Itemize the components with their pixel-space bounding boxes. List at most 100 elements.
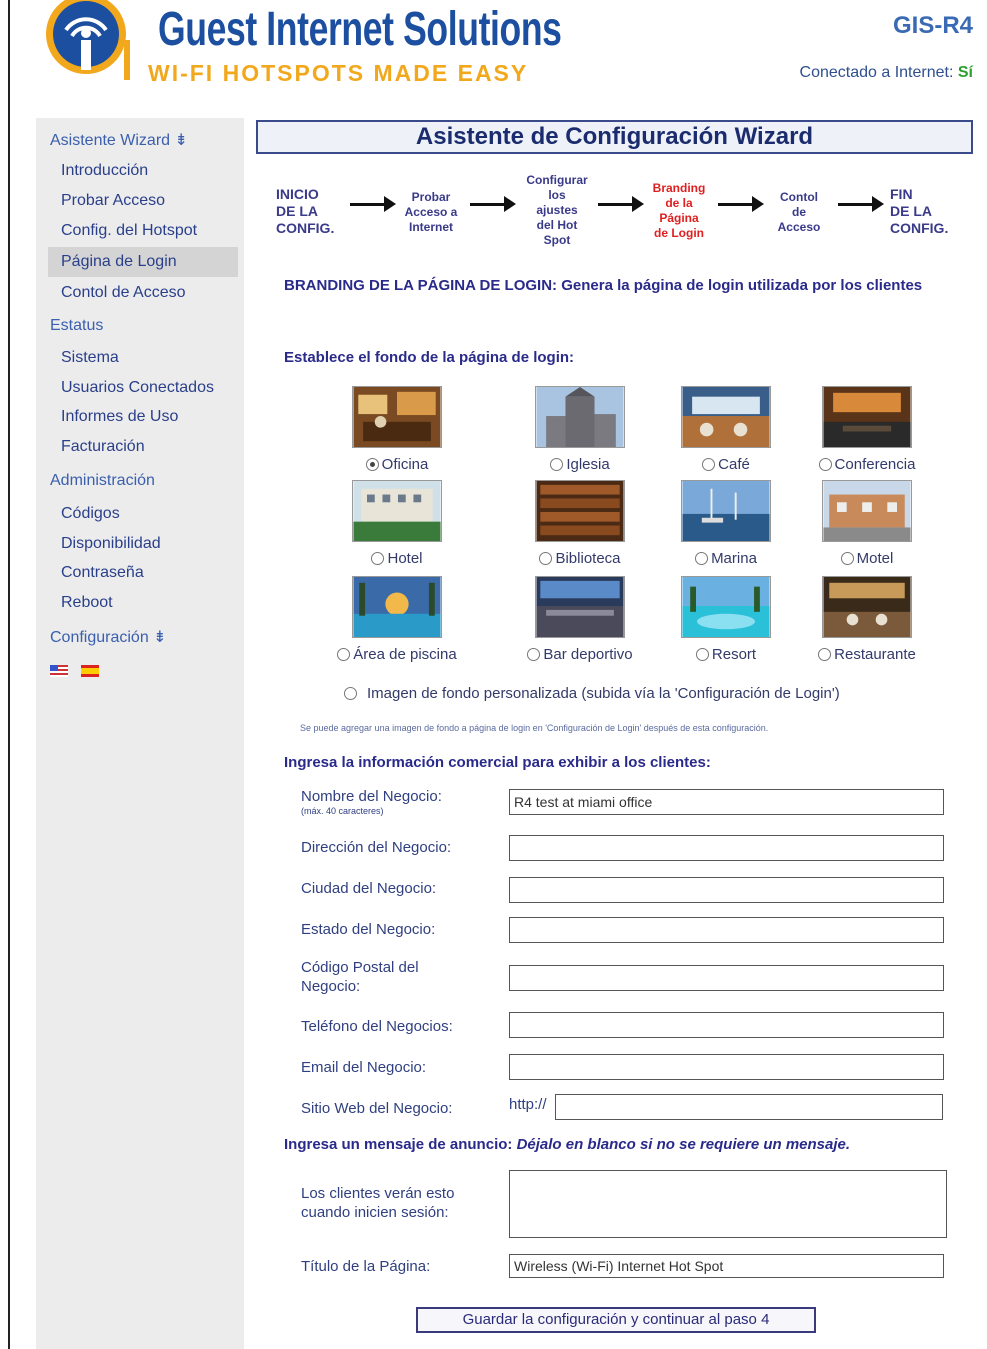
radio-cafe[interactable]: [702, 458, 716, 471]
field-label-direccion: Dirección del Negocio:: [301, 839, 452, 856]
bg-option-resort[interactable]: Resort: [656, 576, 796, 663]
business-name-input[interactable]: [509, 789, 944, 815]
wizard-step-branding: Branding de la Página de Login: [652, 181, 706, 240]
bg-option-label: Hotel: [387, 550, 423, 567]
bg-option-piscina[interactable]: Área de piscina: [327, 576, 467, 663]
arrow-right-icon: [598, 196, 644, 212]
field-label-nombre: Nombre del Negocio: (máx. 40 caracteres): [301, 787, 442, 816]
sidebar-item-sistema[interactable]: Sistema: [61, 349, 119, 367]
sidebar-item-reboot[interactable]: Reboot: [61, 594, 113, 612]
page-title-input[interactable]: [509, 1254, 944, 1278]
sidebar-item-introduccion[interactable]: Introducción: [61, 162, 148, 180]
sidebar-section-administracion[interactable]: Administración: [50, 472, 155, 490]
page-border: [8, 0, 10, 1349]
business-zip-input[interactable]: [509, 965, 944, 991]
bg-option-custom[interactable]: Imagen de fondo personalizada (subida ví…: [344, 685, 840, 702]
sidebar-item-informes-uso[interactable]: Informes de Uso: [61, 408, 178, 426]
radio-resort[interactable]: [695, 648, 709, 661]
bg-option-label: Área de piscina: [353, 646, 457, 663]
sidebar-section-configuracion[interactable]: Configuración ⇟: [50, 627, 167, 647]
church-thumbnail: [535, 386, 625, 448]
motel-thumbnail: [822, 480, 912, 542]
field-label-codigo-postal: Código Postal del Negocio:: [301, 959, 419, 995]
radio-marina[interactable]: [695, 552, 709, 565]
sidebar-item-codigos[interactable]: Códigos: [61, 505, 120, 523]
sidebar-item-contrasena[interactable]: Contraseña: [61, 564, 144, 582]
device-model: GIS-R4: [892, 12, 973, 39]
bg-option-cafe[interactable]: Café: [656, 386, 796, 473]
arrow-right-icon: [838, 196, 884, 212]
brand-tagline: WI-FI HOTSPOTS MADE EASY: [148, 60, 529, 86]
arrow-right-icon: [470, 196, 516, 212]
business-website-input[interactable]: [555, 1094, 943, 1120]
bg-option-biblioteca[interactable]: Biblioteca: [510, 480, 650, 567]
sidebar-item-pagina-login[interactable]: Página de Login: [61, 253, 177, 271]
radio-piscina[interactable]: [337, 648, 351, 661]
field-label-telefono: Teléfono del Negocios:: [301, 1018, 453, 1035]
bg-option-bar-deportivo[interactable]: Bar deportivo: [510, 576, 650, 663]
announcement-label: Ingresa un mensaje de anuncio: Déjalo en…: [284, 1136, 850, 1153]
announcement-textarea[interactable]: [509, 1170, 947, 1238]
library-thumbnail: [535, 480, 625, 542]
sidebar-item-control-acceso[interactable]: Contol de Acceso: [61, 284, 186, 302]
bg-option-hotel[interactable]: Hotel: [327, 480, 467, 567]
sidebar-item-facturacion[interactable]: Facturación: [61, 438, 145, 456]
wizard-step-inicio: INICIO DE LA CONFIG.: [276, 186, 335, 236]
bg-option-label: Resort: [711, 646, 757, 663]
radio-motel[interactable]: [840, 552, 854, 565]
radio-iglesia[interactable]: [550, 458, 564, 471]
bg-option-label: Marina: [711, 550, 757, 567]
hotel-thumbnail: [352, 480, 442, 542]
bg-option-label: Biblioteca: [555, 550, 621, 567]
bg-option-conferencia[interactable]: Conferencia: [797, 386, 937, 473]
business-state-input[interactable]: [509, 917, 944, 943]
sports-bar-thumbnail: [535, 576, 625, 638]
save-continue-button[interactable]: Guardar la configuración y continuar al …: [416, 1307, 816, 1333]
sidebar-section-wizard[interactable]: Asistente Wizard ⇟: [50, 130, 188, 150]
sidebar-item-usuarios-conectados[interactable]: Usuarios Conectados: [61, 379, 214, 397]
bg-option-label: Conferencia: [834, 456, 916, 473]
bg-option-oficina[interactable]: Oficina: [327, 386, 467, 473]
field-label-email: Email del Negocio:: [301, 1059, 427, 1076]
radio-custom[interactable]: [344, 687, 357, 700]
flag-us-icon[interactable]: [50, 665, 68, 677]
radio-biblioteca[interactable]: [539, 552, 553, 565]
cafe-thumbnail: [681, 386, 771, 448]
bg-option-motel[interactable]: Motel: [797, 480, 937, 567]
bg-option-label: Café: [718, 456, 750, 473]
announcement-hint: Déjalo en blanco si no se requiere un me…: [516, 1136, 851, 1153]
radio-bar-deportivo[interactable]: [527, 648, 541, 661]
marina-thumbnail: [681, 480, 771, 542]
announcement-label-text: Ingresa un mensaje de anuncio:: [284, 1136, 513, 1153]
radio-oficina[interactable]: [365, 458, 379, 471]
wizard-step-fin: FIN DE LA CONFIG.: [890, 186, 949, 236]
wizard-step-probar: Probar Acceso a Internet: [404, 190, 458, 234]
header: Guest Internet Solutions WI-FI HOTSPOTS …: [10, 0, 987, 110]
radio-conferencia[interactable]: [818, 458, 832, 471]
bg-option-marina[interactable]: Marina: [656, 480, 796, 567]
radio-restaurante[interactable]: [818, 648, 832, 661]
radio-hotel[interactable]: [371, 552, 385, 565]
custom-bg-note: Se puede agregar una imagen de fondo a p…: [300, 723, 769, 733]
sidebar-item-probar-acceso[interactable]: Probar Acceso: [61, 192, 165, 210]
sidebar-item-disponibilidad[interactable]: Disponibilidad: [61, 535, 161, 553]
sidebar-item-config-hotspot[interactable]: Config. del Hotspot: [61, 222, 197, 240]
field-label-ciudad: Ciudad del Negocio:: [301, 880, 437, 897]
business-email-input[interactable]: [509, 1054, 944, 1080]
sidebar: Asistente Wizard ⇟ Introducción Probar A…: [36, 118, 244, 1349]
business-phone-input[interactable]: [509, 1012, 944, 1038]
business-address-input[interactable]: [509, 835, 944, 861]
flag-es-icon[interactable]: [81, 665, 99, 677]
field-label-mensaje: Los clientes verán esto cuando inicien s…: [301, 1185, 455, 1221]
bg-option-label: Oficina: [381, 456, 429, 473]
conference-thumbnail: [822, 386, 912, 448]
resort-thumbnail: [681, 576, 771, 638]
bg-option-restaurante[interactable]: Restaurante: [797, 576, 937, 663]
wizard-step-control: Contol de Acceso: [777, 190, 821, 234]
field-label-estado: Estado del Negocio:: [301, 921, 436, 938]
bg-option-iglesia[interactable]: Iglesia: [510, 386, 650, 473]
sidebar-section-estatus[interactable]: Estatus: [50, 317, 103, 335]
business-city-input[interactable]: [509, 877, 944, 903]
brand-name: Guest Internet Solutions: [158, 3, 562, 56]
bg-option-label: Restaurante: [834, 646, 916, 663]
